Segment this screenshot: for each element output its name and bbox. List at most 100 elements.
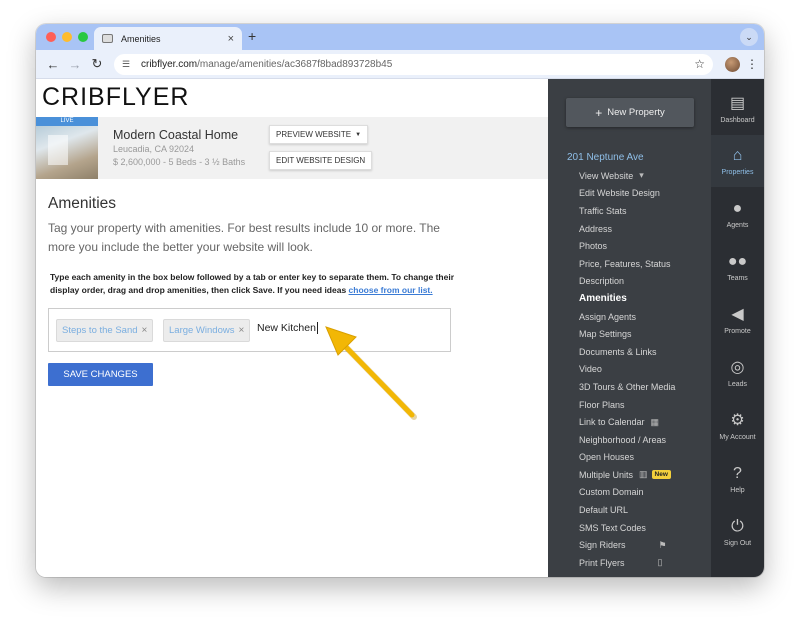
save-changes-button[interactable]: SAVE CHANGES	[48, 363, 153, 386]
browser-toolbar: ← → ↻ ☰ cribflyer.com/manage/amenities/a…	[36, 50, 764, 79]
page-subtitle: Tag your property with amenities. For be…	[48, 221, 440, 254]
sidebar-item-link-to-calendar[interactable]: Link to Calendar ▦	[579, 413, 675, 431]
browser-tab[interactable]: Amenities ×	[94, 27, 242, 50]
sidebar-item-multiple-units[interactable]: Multiple Units ▥ New	[579, 466, 675, 484]
amenity-tag[interactable]: Large Windows ×	[163, 319, 251, 342]
zoom-window-button[interactable]	[78, 32, 88, 42]
remove-tag-icon[interactable]: ×	[142, 325, 148, 336]
nav-promote[interactable]: ◀ Promote	[711, 294, 764, 346]
profile-avatar[interactable]	[725, 56, 740, 72]
app-icon-bar: ▤ Dashboard ⌂ Properties ● Agents ●● Tea…	[711, 79, 764, 577]
nav-agents[interactable]: ● Agents	[711, 188, 764, 240]
property-location: Leucadia, CA 92024	[113, 144, 195, 154]
properties-icon: ⌂	[732, 146, 743, 164]
sidebar-item-photos[interactable]: Photos	[579, 237, 675, 255]
choose-from-list-link[interactable]: choose from our list.	[349, 285, 433, 295]
power-icon: ⏻	[731, 517, 744, 535]
sidebar-item-price-features-status[interactable]: Price, Features, Status	[579, 255, 675, 273]
nav-label: Help	[730, 486, 745, 494]
close-window-button[interactable]	[46, 32, 56, 42]
nav-my-account[interactable]: ⚙ My Account	[711, 400, 764, 452]
sidebar-item-3d-tours[interactable]: 3D Tours & Other Media	[579, 378, 675, 396]
sidebar-item-address[interactable]: Address	[579, 220, 675, 238]
sidebar-item-label: Amenities	[579, 293, 627, 305]
status-badge: LIVE	[36, 117, 98, 126]
site-settings-icon[interactable]: ☰	[122, 59, 135, 70]
forward-icon[interactable]: →	[64, 53, 86, 75]
brand-logo[interactable]: CRIBFLYER	[42, 83, 189, 112]
sidebar-item-documents-links[interactable]: Documents & Links	[579, 343, 675, 361]
property-menu: View Website ▾ Edit Website Design Traffi…	[579, 167, 675, 572]
sidebar-item-sms-text-codes[interactable]: SMS Text Codes	[579, 519, 675, 537]
sidebar-item-video[interactable]: Video	[579, 361, 675, 379]
minimize-window-button[interactable]	[62, 32, 72, 42]
sidebar-item-custom-domain[interactable]: Custom Domain	[579, 484, 675, 502]
sidebar-item-traffic-stats[interactable]: Traffic Stats	[579, 202, 675, 220]
property-thumbnail[interactable]: LIVE	[36, 117, 98, 179]
sidebar-item-label: Video	[579, 364, 602, 375]
browser-menu-icon[interactable]: ⋮	[746, 57, 758, 71]
sidebar-item-default-url[interactable]: Default URL	[579, 501, 675, 519]
edit-website-design-button[interactable]: EDIT WEBSITE DESIGN	[269, 151, 373, 170]
sidebar-item-edit-website-design[interactable]: Edit Website Design	[579, 185, 675, 203]
instructions-text: Type each amenity in the box below follo…	[50, 271, 470, 297]
sidebar-item-sign-riders[interactable]: Sign Riders ⚑	[579, 536, 675, 554]
bookmark-star-icon[interactable]: ☆	[694, 57, 705, 71]
sidebar-item-label: Description	[579, 276, 625, 287]
sidebar-item-label: Open Houses	[579, 452, 635, 463]
sidebar-item-description[interactable]: Description	[579, 273, 675, 291]
sidebar-item-open-houses[interactable]: Open Houses	[579, 449, 675, 467]
new-tab-button[interactable]: +	[248, 28, 256, 44]
sidebar-item-label: Traffic Stats	[579, 205, 627, 216]
property-sidebar: + New Property 201 Neptune Ave View Webs…	[548, 79, 711, 577]
preview-website-button[interactable]: PREVIEW WEBSITE ▼	[269, 125, 369, 144]
nav-label: Teams	[727, 274, 748, 282]
new-property-button[interactable]: + New Property	[566, 98, 694, 127]
sidebar-item-print-flyers[interactable]: Print Flyers ▯	[579, 554, 675, 572]
sidebar-item-amenities[interactable]: Amenities	[579, 290, 675, 308]
nav-properties[interactable]: ⌂ Properties	[711, 135, 764, 187]
back-icon[interactable]: ←	[42, 53, 64, 75]
tab-close-icon[interactable]: ×	[228, 33, 234, 45]
tab-strip: Amenities × + ⌄	[36, 24, 764, 50]
sidebar-item-map-settings[interactable]: Map Settings	[579, 325, 675, 343]
nav-teams[interactable]: ●● Teams	[711, 241, 764, 293]
sidebar-item-label: Multiple Units	[579, 469, 634, 480]
preview-website-label: PREVIEW WEBSITE	[276, 130, 352, 139]
amenity-tag-label: Steps to the Sand	[62, 325, 138, 336]
nav-dashboard[interactable]: ▤ Dashboard	[711, 83, 764, 135]
plus-icon: +	[595, 105, 603, 120]
sidebar-item-view-website[interactable]: View Website ▾	[579, 167, 675, 185]
sidebar-item-label: Neighborhood / Areas	[579, 434, 667, 445]
nav-leads[interactable]: ◎ Leads	[711, 347, 764, 399]
nav-label: Sign Out	[723, 539, 752, 547]
amenity-tag[interactable]: Steps to the Sand ×	[56, 319, 154, 342]
remove-tag-icon[interactable]: ×	[238, 325, 244, 336]
sidebar-item-label: 3D Tours & Other Media	[579, 381, 676, 392]
annotation-arrow-icon	[325, 326, 417, 420]
reload-icon[interactable]: ↻	[86, 53, 108, 75]
property-header: LIVE Modern Coastal Home Leucadia, CA 92…	[36, 117, 548, 179]
nav-label: Leads	[727, 380, 748, 388]
nav-label: My Account	[719, 433, 756, 441]
sidebar-item-label: SMS Text Codes	[579, 522, 646, 533]
address-bar[interactable]: ☰ cribflyer.com/manage/amenities/ac3687f…	[114, 53, 713, 75]
sidebar-item-floor-plans[interactable]: Floor Plans	[579, 396, 675, 414]
sidebar-item-label: Photos	[579, 241, 608, 252]
amenity-text-input[interactable]: New Kitchen	[257, 322, 318, 335]
sidebar-item-label: View Website	[579, 170, 634, 181]
nav-help[interactable]: ? Help	[711, 453, 764, 505]
property-specs: $ 2,600,000 - 5 Beds - 3 ½ Baths	[113, 157, 246, 167]
sidebar-item-label: Link to Calendar	[579, 417, 645, 428]
tab-search-button[interactable]: ⌄	[740, 28, 758, 46]
sidebar-item-neighborhood-areas[interactable]: Neighborhood / Areas	[579, 431, 675, 449]
dashboard-icon: ▤	[729, 94, 746, 112]
sidebar-item-label: Map Settings	[579, 329, 632, 340]
amenity-input-value: New Kitchen	[257, 322, 316, 334]
sidebar-item-assign-agents[interactable]: Assign Agents	[579, 308, 675, 326]
property-address-link[interactable]: 201 Neptune Ave	[567, 152, 644, 163]
new-property-label: New Property	[607, 107, 665, 118]
sidebar-item-label: Custom Domain	[579, 487, 644, 498]
nav-sign-out[interactable]: ⏻ Sign Out	[711, 506, 764, 558]
tab-title: Amenities	[121, 33, 161, 44]
